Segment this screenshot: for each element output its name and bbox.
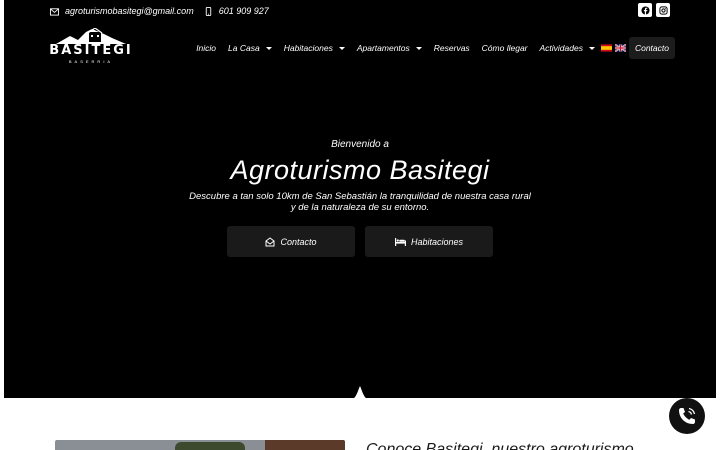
- nav-item-como-llegar[interactable]: Cómo llegar: [476, 37, 534, 59]
- caret-down-icon: [415, 46, 422, 50]
- nav-item-actividades[interactable]: Actividades: [534, 37, 601, 59]
- habitaciones-button-label: Habitaciones: [410, 236, 464, 247]
- nav-label: La Casa: [228, 43, 260, 53]
- main-nav: Inicio La Casa Habitaciones Apartamentos…: [190, 37, 675, 59]
- photo-tree: [175, 442, 245, 450]
- top-bar: agroturismobasitegi@gmail.com 601 909 92…: [0, 0, 720, 22]
- habitaciones-button[interactable]: Habitaciones: [365, 226, 493, 257]
- nav-item-reservas[interactable]: Reservas: [428, 37, 476, 59]
- caret-down-icon: [338, 46, 345, 50]
- contacto-button[interactable]: Contacto: [227, 226, 355, 257]
- hero-description-line: Descubre a tan solo 10km de San Sebastiá…: [189, 191, 531, 202]
- facebook-icon: [640, 5, 650, 15]
- mobile-phone-icon: [205, 6, 211, 16]
- section-title: Conoce Basitegi, nuestro agroturismo: [366, 441, 634, 450]
- nav-cta-label: Contacto: [634, 43, 669, 53]
- nav-item-inicio[interactable]: Inicio: [190, 37, 222, 59]
- facebook-button[interactable]: [638, 3, 652, 17]
- instagram-button[interactable]: [656, 3, 670, 17]
- nav-label: Habitaciones: [283, 43, 333, 53]
- photo-roof: [265, 440, 345, 450]
- hero-title: Agroturismo Basitegi: [230, 155, 490, 185]
- caret-down-icon: [588, 46, 595, 50]
- contact-info: agroturismobasitegi@gmail.com 601 909 92…: [50, 6, 269, 16]
- instagram-icon: [658, 5, 668, 15]
- farmhouse-photo: [55, 440, 345, 450]
- farmhouse-logo-icon: [56, 28, 126, 44]
- email-link[interactable]: agroturismobasitegi@gmail.com: [65, 6, 194, 16]
- english-flag-icon[interactable]: [614, 44, 626, 52]
- nav-item-habitaciones[interactable]: Habitaciones: [278, 37, 351, 59]
- social-links: [638, 3, 670, 17]
- nav-contacto-button[interactable]: Contacto: [628, 37, 675, 59]
- hero-welcome: Bienvenido a: [331, 139, 389, 150]
- hero-description-line: y de la naturaleza de su entorno.: [290, 202, 430, 213]
- nav-label: Actividades: [539, 43, 583, 53]
- nav-label: Reservas: [433, 43, 470, 53]
- nav-label: Cómo llegar: [481, 43, 528, 53]
- nav-item-apartamentos[interactable]: Apartamentos: [351, 37, 428, 59]
- logo-name: BASITEGI: [49, 43, 133, 58]
- nav-item-la-casa[interactable]: La Casa: [222, 37, 278, 59]
- caret-down-icon: [265, 46, 272, 50]
- nav-label: Inicio: [196, 43, 217, 53]
- phone-link[interactable]: 601 909 927: [219, 6, 269, 16]
- phone-call-icon: [679, 407, 696, 424]
- envelope-open-icon: [265, 236, 275, 246]
- spanish-flag-icon[interactable]: [600, 44, 612, 52]
- site-logo[interactable]: BASITEGI BASERRIA: [46, 28, 136, 68]
- hero-description: Descubre a tan solo 10km de San Sebastiá…: [0, 191, 720, 213]
- contacto-button-label: Contacto: [280, 236, 317, 247]
- hero-divider-notch: [350, 386, 370, 400]
- call-button[interactable]: [669, 398, 705, 434]
- nav-label: Apartamentos: [356, 43, 410, 53]
- bed-icon: [394, 238, 406, 246]
- logo-subtitle: BASERRIA: [68, 59, 114, 64]
- envelope-icon: [50, 7, 59, 16]
